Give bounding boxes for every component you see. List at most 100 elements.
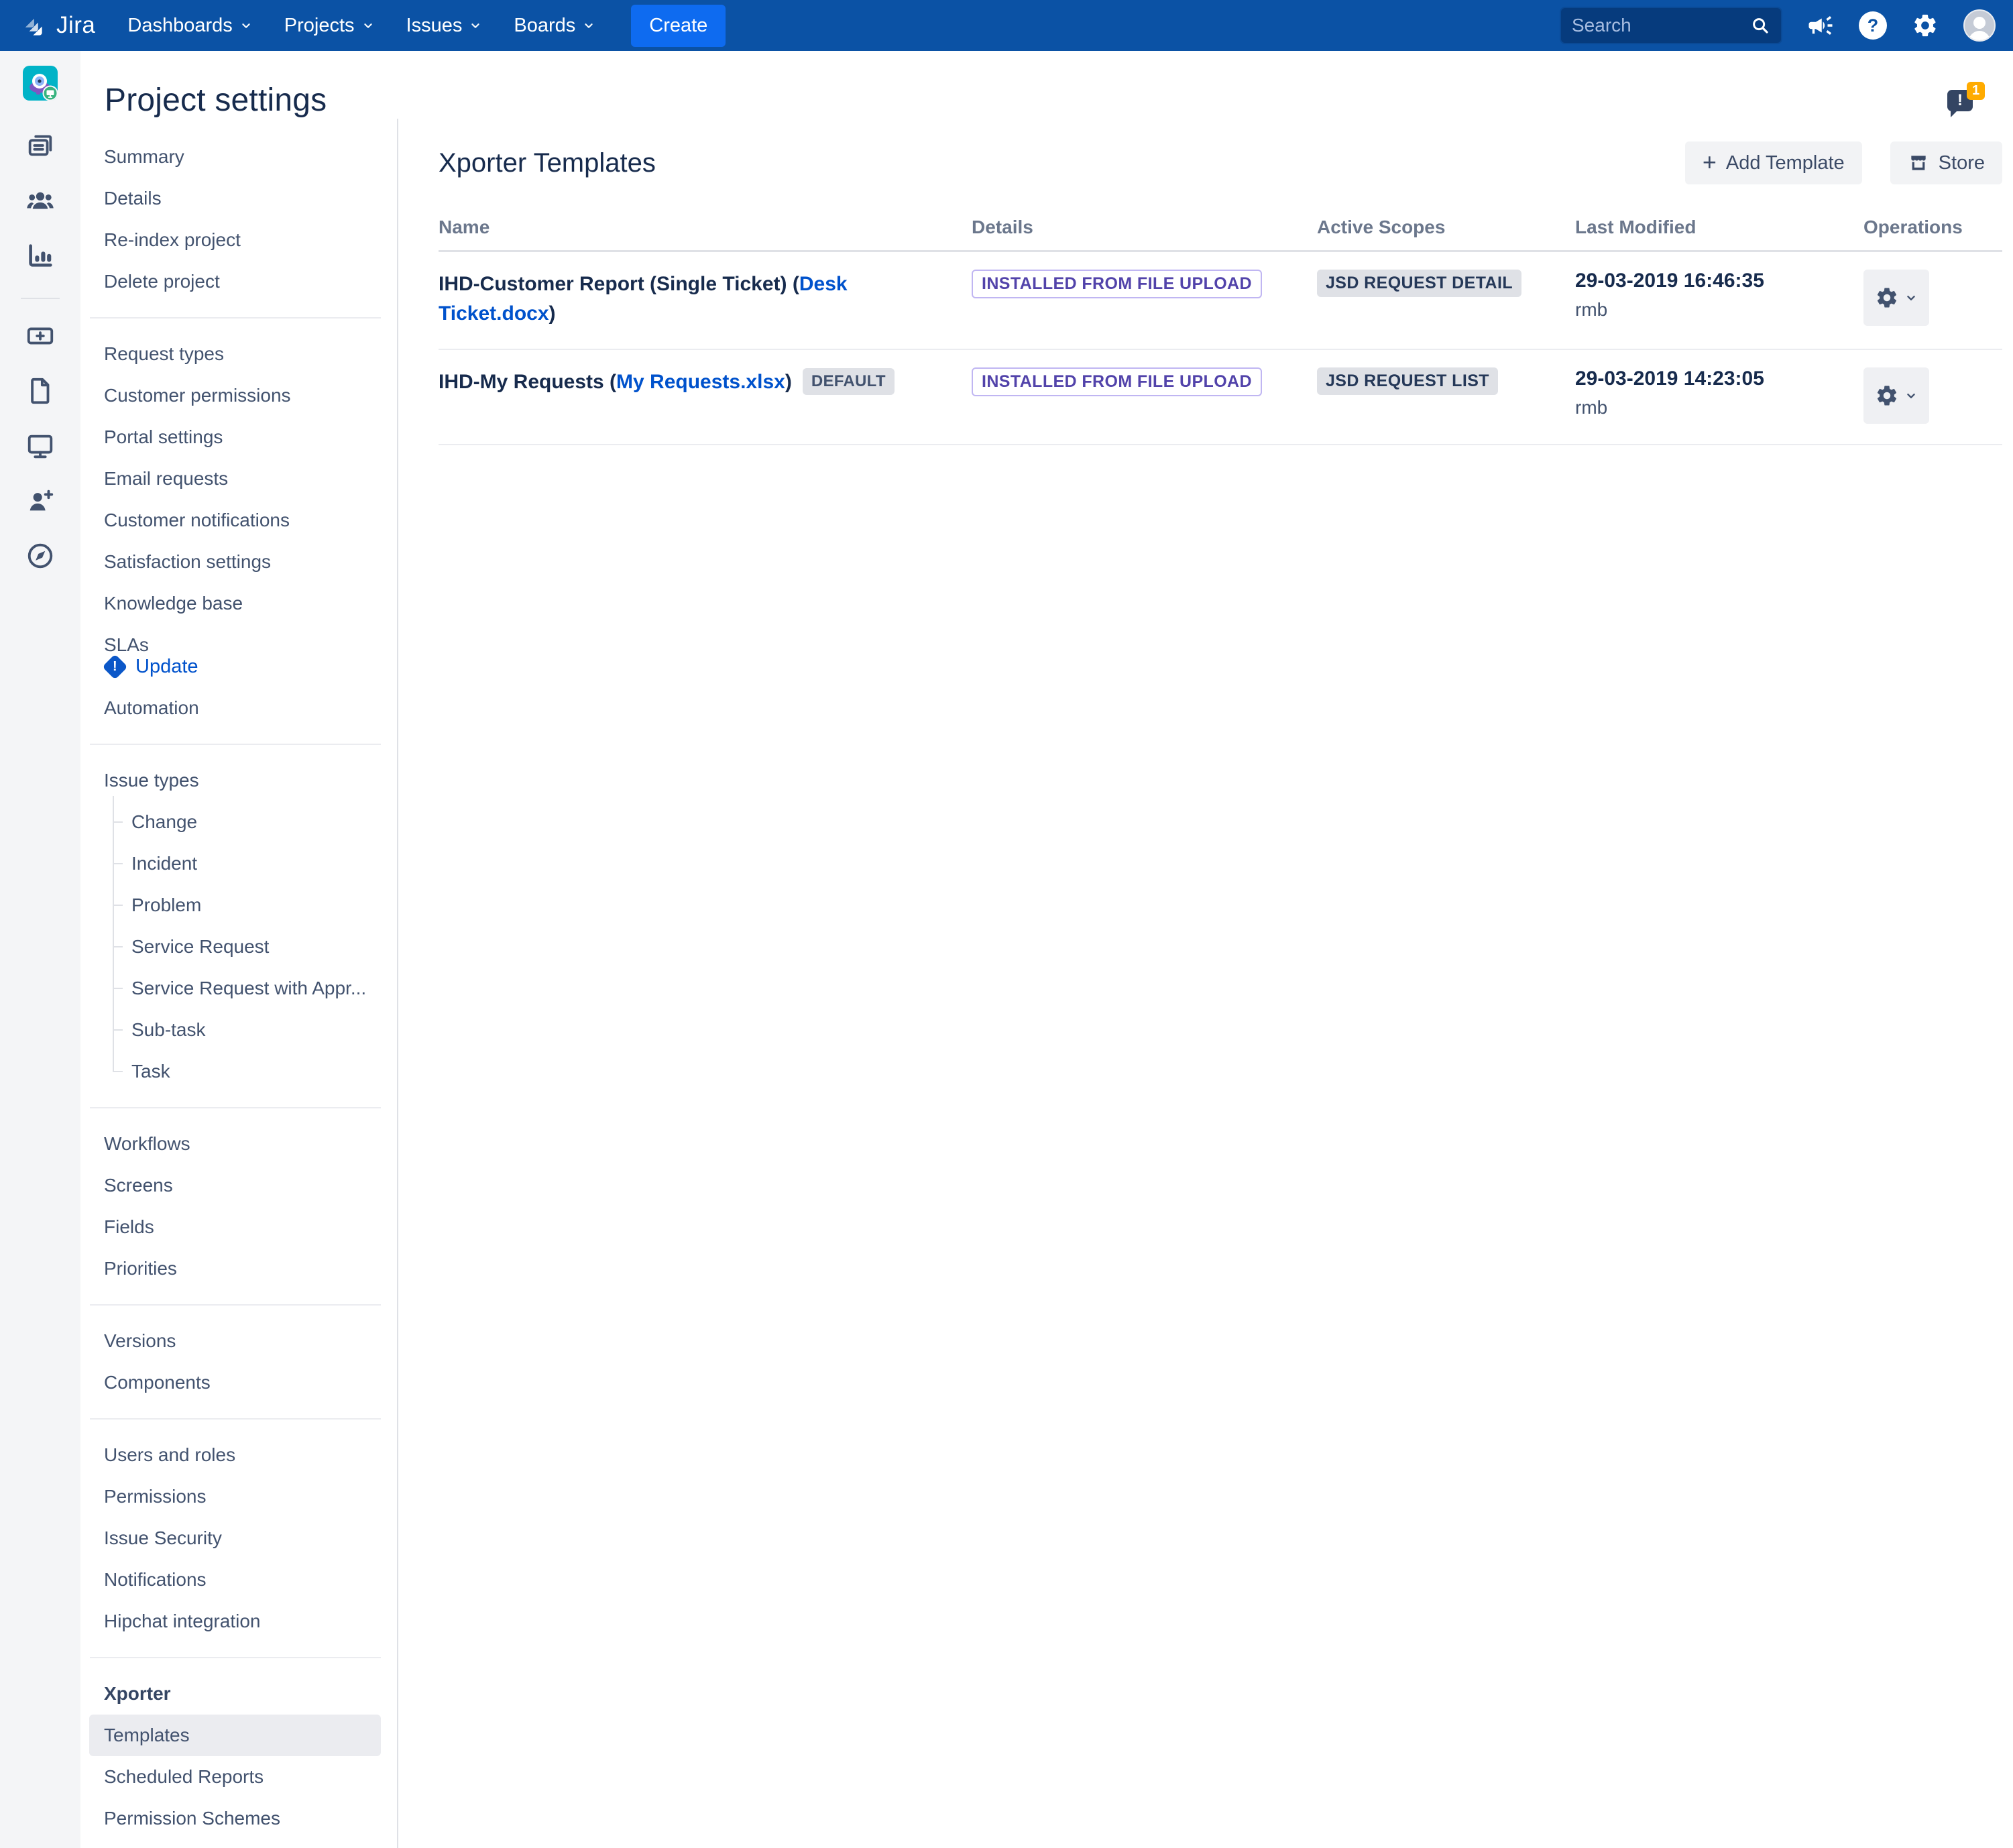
create-button[interactable]: Create — [631, 5, 726, 47]
sidebar-item-service-request-with-approvals[interactable]: Service Request with Appr... — [80, 968, 397, 1009]
add-template-button[interactable]: + Add Template — [1685, 141, 1862, 184]
column-header-operations: Operations — [1863, 209, 2002, 251]
jira-logo[interactable]: Jira — [20, 11, 95, 40]
sidebar-item-screens[interactable]: Screens — [80, 1165, 397, 1206]
sidebar-item-service-request[interactable]: Service Request — [80, 926, 397, 968]
sidebar-item-permissions[interactable]: Permissions — [80, 1476, 397, 1517]
default-badge: DEFAULT — [803, 368, 895, 395]
template-name-suffix: ) — [785, 371, 792, 393]
settings-section-service-desk: Request types Customer permissions Porta… — [80, 333, 397, 658]
sidebar-item-hipchat-integration[interactable]: Hipchat integration — [80, 1601, 397, 1642]
nav-item-issues[interactable]: Issues — [406, 15, 483, 37]
page-title: Project settings — [105, 82, 327, 119]
avatar-head — [1973, 17, 1986, 29]
sidebar-item-portal-settings[interactable]: Portal settings — [80, 416, 397, 458]
column-header-details: Details — [972, 209, 1317, 251]
feedback-icon[interactable]: ! 1 — [1947, 82, 1985, 117]
sidebar-item-users-and-roles[interactable]: Users and roles — [80, 1434, 397, 1476]
sidebar-item-scheduled-reports[interactable]: Scheduled Reports — [80, 1756, 397, 1798]
nav-item-label: Issues — [406, 15, 463, 37]
sidebar-item-customer-notifications[interactable]: Customer notifications — [80, 500, 397, 541]
project-icon-rail — [0, 51, 80, 1848]
sidebar-item-priorities[interactable]: Priorities — [80, 1248, 397, 1289]
help-icon[interactable]: ? — [1859, 11, 1887, 40]
sidebar-item-change[interactable]: Change — [80, 801, 397, 843]
queues-icon[interactable] — [25, 130, 56, 161]
section-divider — [90, 1657, 381, 1658]
header-buttons: + Add Template Store — [1685, 141, 2002, 184]
template-file-link[interactable]: My Requests.xlsx — [616, 371, 785, 393]
section-divider — [90, 1418, 381, 1420]
top-nav: Jira Dashboards Projects Issues Boards C… — [0, 0, 2013, 51]
project-avatar[interactable] — [23, 66, 58, 101]
template-name-cell: IHD-My Requests (My Requests.xlsx)DEFAUL… — [439, 349, 972, 445]
chevron-down-icon — [581, 18, 596, 33]
sidebar-item-satisfaction-settings[interactable]: Satisfaction settings — [80, 541, 397, 583]
discover-icon[interactable] — [25, 540, 56, 571]
sidebar-item-incident[interactable]: Incident — [80, 843, 397, 884]
sidebar-item-issue-security[interactable]: Issue Security — [80, 1517, 397, 1559]
sidebar-item-problem[interactable]: Problem — [80, 884, 397, 926]
sidebar-item-summary[interactable]: Summary — [80, 136, 397, 178]
modified-by: rmb — [1575, 397, 1837, 418]
template-details-cell: INSTALLED FROM FILE UPLOAD — [972, 251, 1317, 350]
announcements-icon[interactable] — [1806, 11, 1835, 40]
update-link[interactable]: Update — [135, 656, 198, 678]
customers-icon[interactable] — [25, 185, 56, 216]
nav-item-dashboards[interactable]: Dashboards — [127, 15, 253, 37]
settings-section-config: Workflows Screens Fields Priorities — [80, 1123, 397, 1289]
search-input[interactable] — [1572, 15, 1750, 36]
reports-icon[interactable] — [25, 240, 56, 271]
template-modified-cell: 29-03-2019 14:23:05 rmb — [1575, 349, 1863, 445]
sidebar-item-sub-task[interactable]: Sub-task — [80, 1009, 397, 1051]
store-icon — [1908, 152, 1929, 174]
sidebar-item-request-types[interactable]: Request types — [80, 333, 397, 375]
page-header: Project settings ! 1 — [80, 51, 2013, 119]
sidebar-item-versions[interactable]: Versions — [80, 1320, 397, 1362]
main-title: Xporter Templates — [439, 148, 656, 178]
search-box[interactable] — [1560, 7, 1782, 44]
sidebar-item-details[interactable]: Details — [80, 178, 397, 219]
sidebar-item-email-requests[interactable]: Email requests — [80, 458, 397, 500]
sidebar-item-permission-schemes[interactable]: Permission Schemes — [80, 1798, 397, 1839]
project-avatar-art — [23, 66, 58, 101]
gear-icon[interactable] — [1911, 11, 1939, 40]
sidebar-item-fields[interactable]: Fields — [80, 1206, 397, 1248]
jira-mark-icon — [20, 11, 50, 40]
template-name: IHD-Customer Report (Single Ticket) ( — [439, 273, 799, 295]
knowledge-base-icon[interactable] — [25, 376, 56, 406]
xporter-section-header: Xporter — [80, 1673, 397, 1715]
user-avatar[interactable] — [1963, 9, 1996, 42]
sidebar-item-slas[interactable]: SLAs — [80, 624, 397, 658]
sidebar-item-automation[interactable]: Automation — [80, 687, 397, 729]
template-modified-cell: 29-03-2019 16:46:35 rmb — [1575, 251, 1863, 350]
nav-right: ? — [1560, 7, 1996, 44]
settings-section-automation: Automation — [80, 687, 397, 729]
template-name-cell: IHD-Customer Report (Single Ticket) (Des… — [439, 251, 972, 350]
sidebar-item-knowledge-base[interactable]: Knowledge base — [80, 583, 397, 624]
settings-section-issue-types: Issue types — [80, 760, 397, 801]
template-operations-cell — [1863, 251, 2002, 350]
sidebar-item-components[interactable]: Components — [80, 1362, 397, 1403]
customer-portal-icon[interactable] — [25, 430, 56, 461]
sidebar-item-task[interactable]: Task — [80, 1051, 397, 1092]
chevron-down-icon — [1904, 388, 1918, 403]
template-scopes-cell: JSD REQUEST DETAIL — [1317, 251, 1575, 350]
nav-item-boards[interactable]: Boards — [514, 15, 596, 37]
sidebar-item-issue-types[interactable]: Issue types — [80, 760, 397, 801]
invite-team-icon[interactable] — [25, 485, 56, 516]
raise-request-icon[interactable] — [25, 321, 56, 351]
gear-icon — [1875, 384, 1899, 408]
operations-menu-button[interactable] — [1863, 367, 1929, 424]
sidebar-item-delete-project[interactable]: Delete project — [80, 261, 397, 302]
sidebar-item-templates[interactable]: Templates — [89, 1715, 381, 1756]
modified-by: rmb — [1575, 299, 1837, 321]
nav-item-projects[interactable]: Projects — [284, 15, 376, 37]
operations-menu-button[interactable] — [1863, 270, 1929, 326]
sidebar-item-workflows[interactable]: Workflows — [80, 1123, 397, 1165]
sidebar-item-notifications[interactable]: Notifications — [80, 1559, 397, 1601]
settings-section-releases: Versions Components — [80, 1320, 397, 1403]
sidebar-item-reindex-project[interactable]: Re-index project — [80, 219, 397, 261]
sidebar-item-customer-permissions[interactable]: Customer permissions — [80, 375, 397, 416]
store-button[interactable]: Store — [1890, 141, 2002, 184]
